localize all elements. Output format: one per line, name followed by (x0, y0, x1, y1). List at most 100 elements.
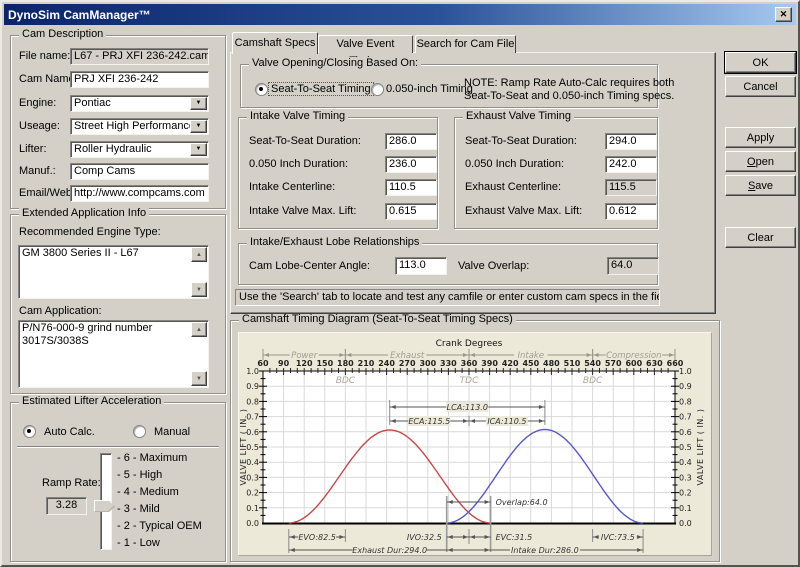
tab-camshaft-specs[interactable]: Camshaft Specs (232, 32, 318, 54)
cam-description-group: Cam Description File name: L67 - PRJ XFI … (10, 28, 226, 209)
engine-type-textarea[interactable]: GM 3800 Series II - L67 ▲ ▼ (18, 245, 209, 299)
svg-text:0.0: 0.0 (246, 519, 259, 528)
svg-text:Exhaust: Exhaust (390, 351, 425, 361)
svg-text:90: 90 (278, 359, 290, 368)
svg-text:510: 510 (564, 359, 581, 368)
scroll-down-icon[interactable]: ▼ (191, 371, 207, 386)
intake-valve-max-lift-input[interactable]: 0.615 (385, 203, 437, 220)
lobe-relationships-title: Intake/Exhaust Lobe Relationships (247, 236, 423, 248)
tab-search-for-cam-file[interactable]: Search for Cam File (415, 35, 516, 53)
svg-text:0.5: 0.5 (246, 443, 259, 452)
seat-to-seat-duration-label: Seat-To-Seat Duration: (465, 135, 577, 147)
scroll-down-icon[interactable]: ▼ (191, 282, 207, 297)
inch-timing-label[interactable]: 0.050-inch Timing (386, 83, 473, 95)
seat-to-seat-label[interactable]: Seat-To-Seat Timing (268, 82, 374, 96)
apply-button[interactable]: Apply (725, 127, 796, 148)
ramp-rate-label: Ramp Rate: (42, 477, 101, 489)
auto-calc-label[interactable]: Auto Calc. (44, 426, 95, 438)
cam-application-value: P/N76-000-9 grind number 3017S/3038S (22, 322, 153, 347)
note-line1: NOTE: Ramp Rate Auto-Calc requires both (464, 77, 675, 89)
dropdown-arrow-icon[interactable]: ▼ (190, 120, 207, 133)
svg-text:360: 360 (461, 359, 478, 368)
svg-text:Intake: Intake (518, 351, 545, 361)
lifter-acceleration-title: Estimated Lifter Acceleration (19, 395, 165, 407)
camshaft-timing-chart: BDC TDC BDC 60 90 120 150 180 210 240 270 300 330 360… (238, 332, 712, 556)
exhaust-timing-title: Exhaust Valve Timing (463, 110, 574, 122)
engine-label: Engine: (19, 97, 57, 109)
email-web-input[interactable]: http://www.compcams.com (70, 185, 209, 202)
engine-type-value: GM 3800 Series II - L67 (22, 247, 139, 259)
svg-text:Intake Dur:286.0: Intake Dur:286.0 (511, 546, 579, 555)
auto-calc-radio[interactable] (23, 425, 36, 438)
svg-text:0.8: 0.8 (679, 397, 692, 406)
cam-description-title: Cam Description (19, 28, 107, 40)
intake-centerline-input[interactable]: 110.5 (385, 179, 437, 196)
seat-to-seat-duration-input[interactable]: 294.0 (605, 133, 657, 150)
close-icon[interactable]: ✕ (775, 7, 792, 22)
note-line2: Seat-To-Seat and 0.050-inch Timing specs… (464, 90, 675, 102)
svg-text:0.6: 0.6 (679, 428, 692, 437)
dropdown-arrow-icon[interactable]: ▼ (190, 143, 207, 156)
manuf-label: Manuf.: (19, 165, 56, 177)
intake-timing-group: Intake Valve Timing Seat-To-Seat Duratio… (238, 110, 438, 229)
svg-text:IVC:73.5: IVC:73.5 (601, 533, 635, 542)
svg-text:0.4: 0.4 (246, 458, 259, 467)
svg-text:150: 150 (316, 359, 333, 368)
0-050-inch-duration-input[interactable]: 236.0 (385, 156, 437, 173)
cam-application-textarea[interactable]: P/N76-000-9 grind number 3017S/3038S ▲ ▼ (18, 320, 209, 388)
chart-canvas: BDC TDC BDC60 90 120 150 180 210 240 270 300 330 360… (239, 339, 705, 555)
tab-valve-event-timing[interactable]: Valve Event Timing (318, 35, 413, 67)
ok-button[interactable]: OK (725, 52, 796, 73)
manual-label[interactable]: Manual (154, 426, 190, 438)
slider-scale-label: - 3 - Mild (117, 503, 160, 515)
svg-text:390: 390 (481, 359, 498, 368)
0-050-inch-duration-label: 0.050 Inch Duration: (249, 158, 349, 170)
lifter-select[interactable]: Roller Hydraulic ▼ (70, 141, 209, 158)
ramp-rate-value: 3.28 (46, 497, 87, 515)
engine-select[interactable]: Pontiac ▼ (70, 95, 209, 112)
manual-radio[interactable] (133, 425, 146, 438)
seat-to-seat-duration-input[interactable]: 286.0 (385, 133, 437, 150)
svg-text:IVO:32.5: IVO:32.5 (407, 533, 442, 542)
seat-to-seat-radio[interactable] (255, 83, 268, 96)
intake-centerline-label: Intake Centerline: (249, 181, 336, 193)
scroll-up-icon[interactable]: ▲ (191, 322, 207, 337)
manuf-input[interactable]: Comp Cams (70, 163, 209, 180)
useage-select[interactable]: Street High Performance ▼ (70, 118, 209, 135)
lifter-label: Lifter: (19, 143, 47, 155)
svg-text:330: 330 (440, 359, 457, 368)
scroll-up-icon[interactable]: ▲ (191, 247, 207, 262)
svg-text:BDC: BDC (583, 376, 603, 386)
cancel-button[interactable]: Cancel (725, 76, 796, 97)
exhaust-valve-max-lift-input[interactable]: 0.612 (605, 203, 657, 220)
email-web-label: Email/Web: (19, 187, 76, 199)
dropdown-arrow-icon[interactable]: ▼ (190, 97, 207, 110)
svg-text:0.7: 0.7 (679, 413, 692, 422)
svg-text:0.1: 0.1 (679, 504, 692, 513)
divider (17, 446, 219, 448)
svg-text:VALVE LIFT ( IN. ): VALVE LIFT ( IN. ) (696, 408, 705, 485)
svg-text:0.3: 0.3 (246, 473, 259, 482)
svg-text:TDC: TDC (460, 376, 479, 386)
svg-text:0.2: 0.2 (246, 489, 259, 498)
valve-basis-group: Valve Opening/Closing Based On: Seat-To-… (240, 57, 674, 108)
inch-timing-radio[interactable] (371, 83, 384, 96)
0-050-inch-duration-label: 0.050 Inch Duration: (465, 158, 565, 170)
0-050-inch-duration-input[interactable]: 242.0 (605, 156, 657, 173)
cam-name-input[interactable]: PRJ XFI 236-242 (70, 71, 209, 88)
svg-text:180: 180 (337, 359, 354, 368)
open-button[interactable]: Open (725, 151, 796, 172)
cam-application-label: Cam Application: (19, 305, 102, 317)
svg-text:VALVE LIFT ( IN. ): VALVE LIFT ( IN. ) (239, 408, 248, 485)
clear-button[interactable]: Clear (725, 227, 796, 248)
svg-text:540: 540 (584, 359, 601, 368)
svg-text:ICA:110.5: ICA:110.5 (487, 417, 526, 426)
save-button[interactable]: Save (725, 175, 796, 196)
intake-valve-max-lift-label: Intake Valve Max. Lift: (249, 205, 357, 217)
lifter-acceleration-group: Estimated Lifter Acceleration Auto Calc.… (10, 395, 226, 562)
seat-to-seat-duration-label: Seat-To-Seat Duration: (249, 135, 361, 147)
file-name-label: File name: (19, 50, 71, 62)
lobe-center-angle-input[interactable]: 113.0 (395, 257, 447, 275)
intake-timing-title: Intake Valve Timing (247, 110, 349, 122)
title-bar: DynoSim CamManager™ ✕ (4, 4, 796, 25)
